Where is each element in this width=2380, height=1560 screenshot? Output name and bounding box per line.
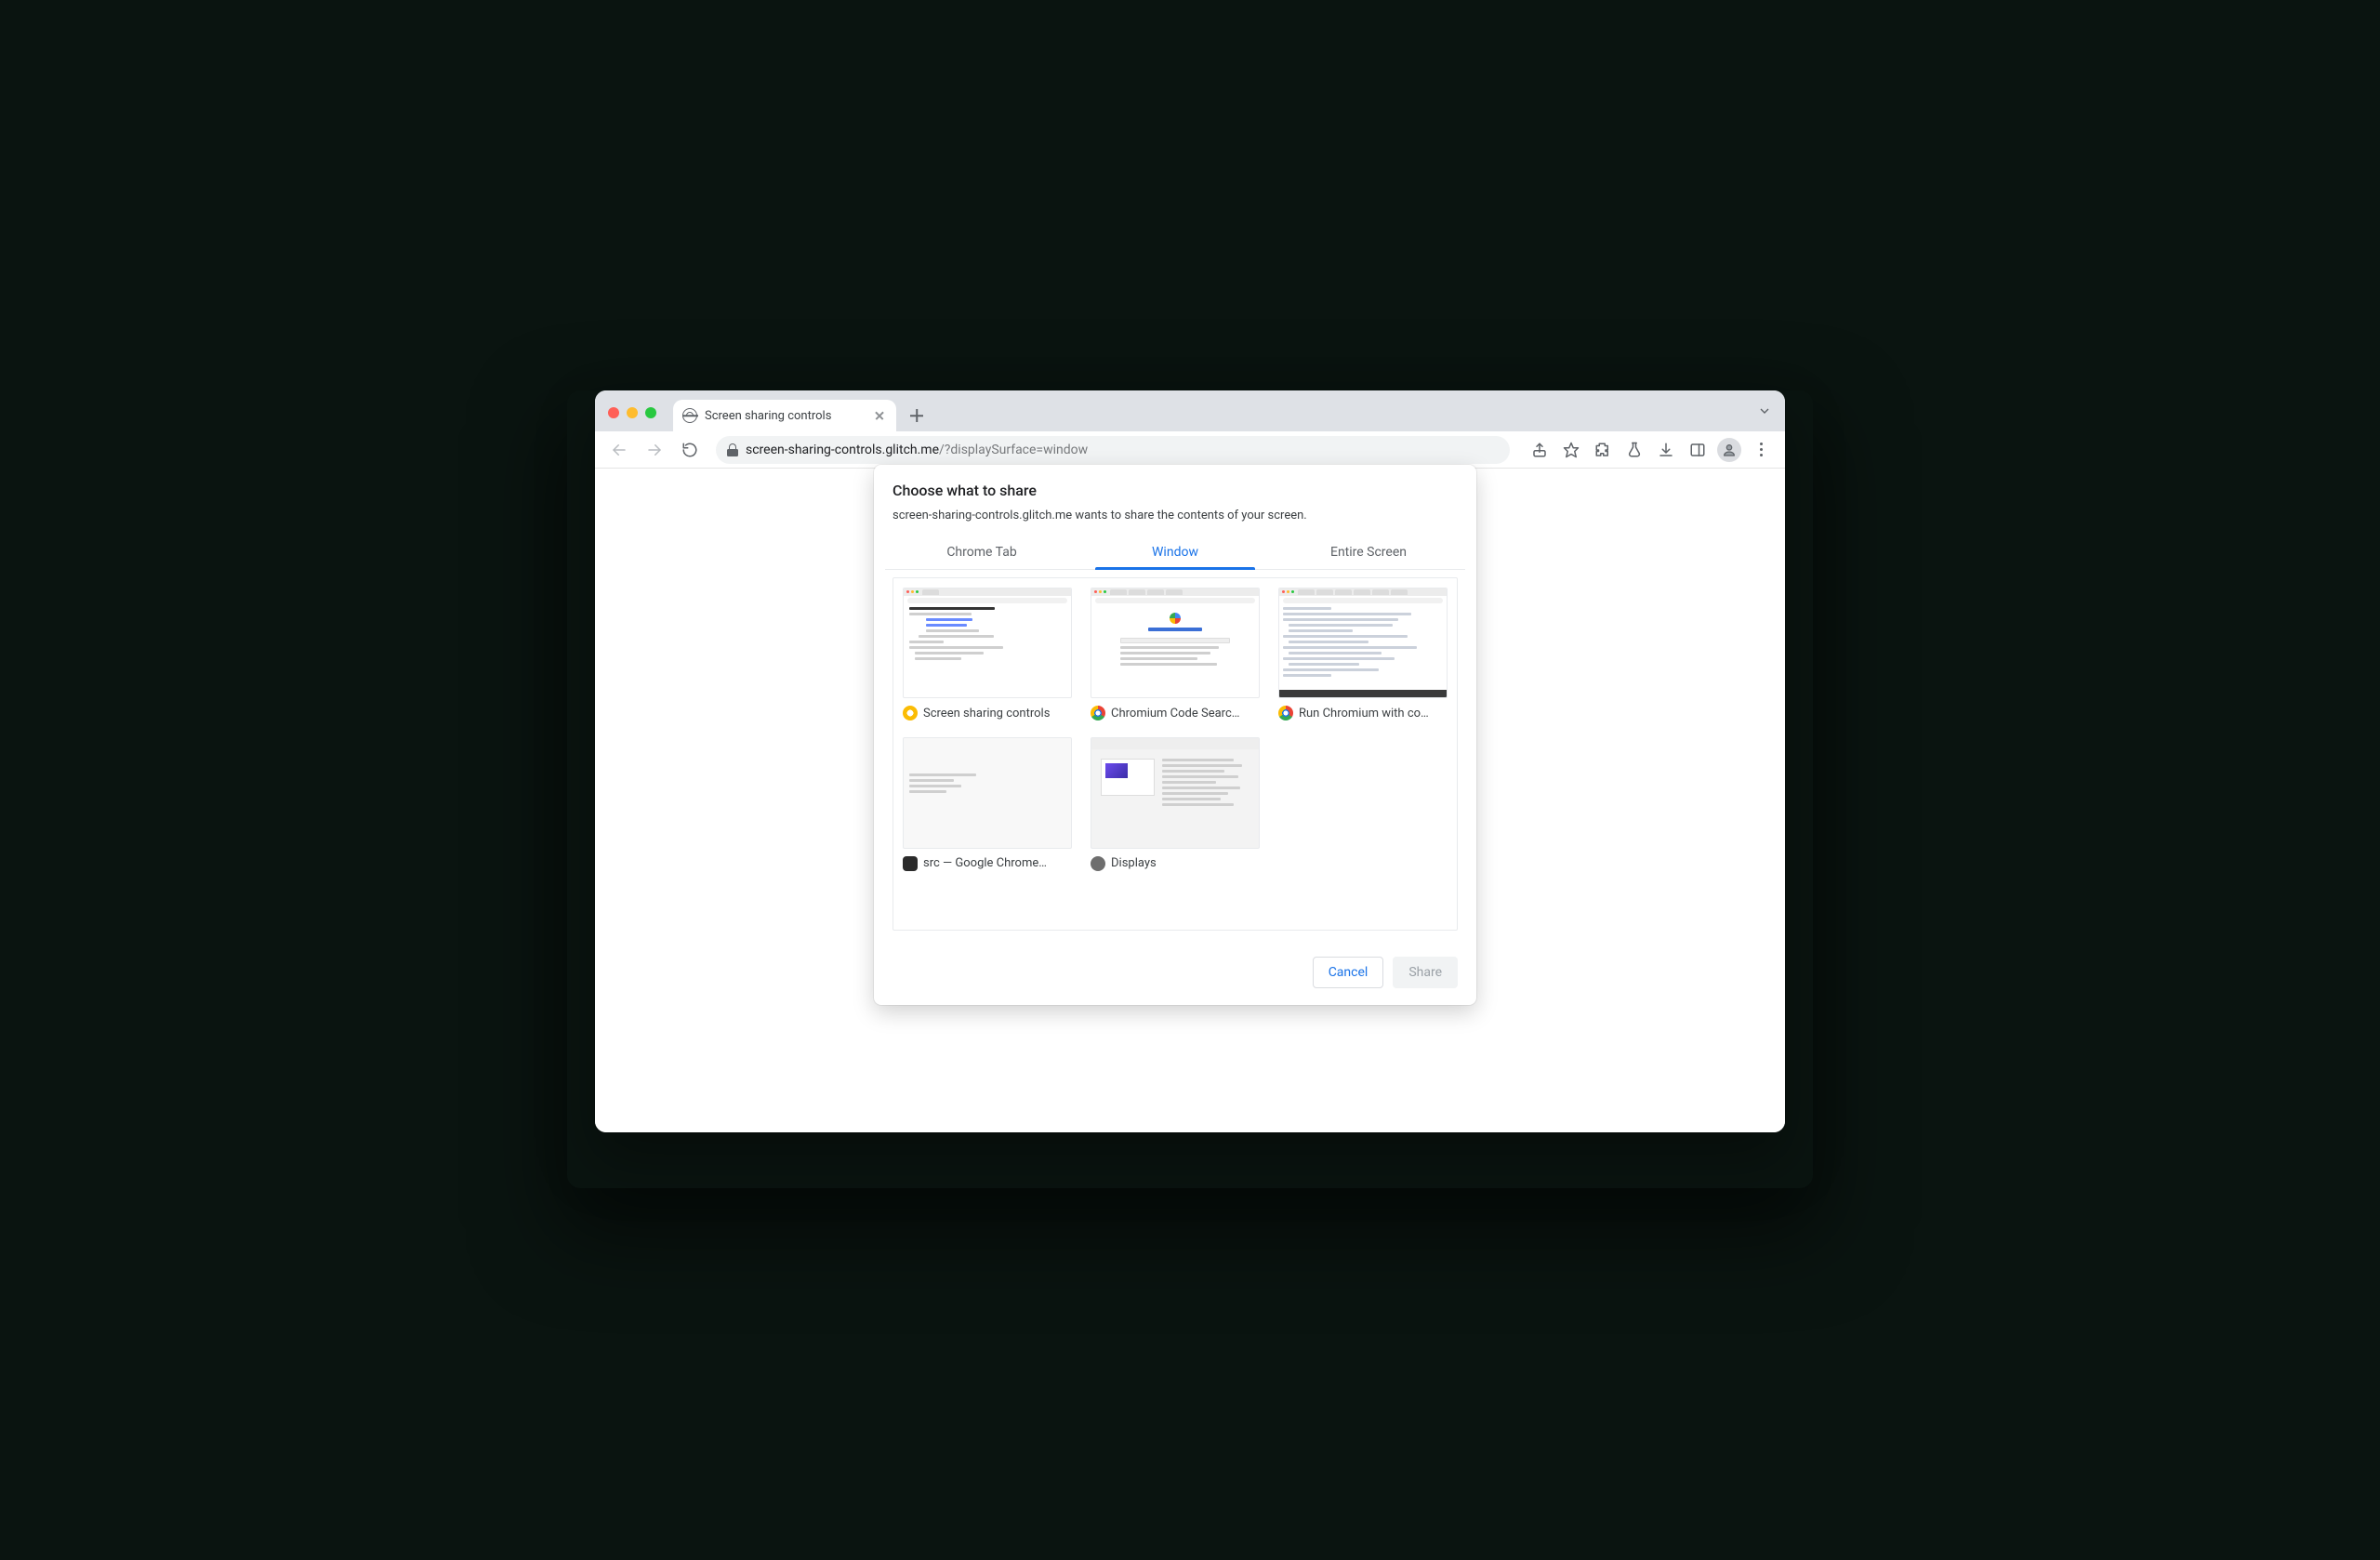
tab-close-icon[interactable] — [872, 408, 887, 423]
chrome-menu-button[interactable] — [1746, 435, 1776, 465]
new-tab-button[interactable] — [904, 403, 930, 429]
window-option[interactable]: Displays — [1091, 737, 1260, 870]
app-icon — [1278, 706, 1293, 721]
nav-forward-button[interactable] — [640, 435, 669, 465]
nav-reload-button[interactable] — [675, 435, 705, 465]
address-bar[interactable]: screen-sharing-controls.glitch.me/?displ… — [716, 436, 1510, 464]
tab-chrome-tab[interactable]: Chrome Tab — [885, 535, 1078, 569]
window-thumbnail — [903, 588, 1072, 698]
nav-back-button[interactable] — [604, 435, 634, 465]
avatar-icon — [1717, 438, 1741, 462]
globe-icon — [682, 408, 697, 423]
app-icon — [1091, 706, 1105, 721]
window-thumbnail — [903, 737, 1072, 848]
tab-strip: Screen sharing controls — [595, 390, 1785, 431]
side-panel-button[interactable] — [1683, 435, 1712, 465]
toolbar: screen-sharing-controls.glitch.me/?displ… — [595, 431, 1785, 469]
window-close-button[interactable] — [608, 407, 619, 418]
dialog-tabs: Chrome Tab Window Entire Screen — [885, 535, 1465, 570]
url-text: screen-sharing-controls.glitch.me/?displ… — [746, 443, 1088, 457]
share-button[interactable]: Share — [1393, 957, 1458, 988]
window-label: Screen sharing controls — [923, 707, 1050, 721]
window-option[interactable]: src — Google Chrome… — [903, 737, 1072, 870]
share-dialog: Choose what to share screen-sharing-cont… — [874, 465, 1476, 1005]
cancel-button[interactable]: Cancel — [1313, 957, 1384, 988]
tabs-dropdown-button[interactable] — [1757, 403, 1772, 418]
window-label: src — Google Chrome… — [923, 856, 1047, 870]
window-zoom-button[interactable] — [645, 407, 656, 418]
lock-icon — [727, 443, 738, 456]
bookmark-button[interactable] — [1556, 435, 1586, 465]
dialog-title: Choose what to share — [874, 465, 1476, 509]
window-minimize-button[interactable] — [627, 407, 638, 418]
window-controls — [608, 407, 656, 418]
dialog-actions: Cancel Share — [874, 957, 1476, 988]
window-list-panel: Screen sharing controls — [892, 577, 1458, 931]
tab-entire-screen[interactable]: Entire Screen — [1272, 535, 1465, 569]
browser-tab[interactable]: Screen sharing controls — [673, 400, 896, 431]
extensions-button[interactable] — [1588, 435, 1618, 465]
window-option[interactable]: Run Chromium with co… — [1278, 588, 1448, 721]
plus-icon — [910, 409, 923, 422]
window-label: Run Chromium with co… — [1299, 707, 1429, 721]
app-icon — [1091, 856, 1105, 871]
page-content: Choose what to share screen-sharing-cont… — [595, 469, 1785, 1132]
app-icon — [903, 706, 918, 721]
profile-button[interactable] — [1714, 435, 1744, 465]
window-option[interactable]: Screen sharing controls — [903, 588, 1072, 721]
tab-title: Screen sharing controls — [705, 409, 865, 423]
window-label: Chromium Code Searc… — [1111, 707, 1239, 721]
labs-button[interactable] — [1620, 435, 1649, 465]
window-thumbnail — [1091, 588, 1260, 698]
window-thumbnail — [1278, 588, 1448, 698]
tab-window[interactable]: Window — [1078, 535, 1272, 569]
browser-window: Screen sharing controls — [595, 390, 1785, 1132]
share-page-button[interactable] — [1525, 435, 1554, 465]
window-thumbnail — [1091, 737, 1260, 848]
dialog-subtitle: screen-sharing-controls.glitch.me wants … — [874, 509, 1476, 532]
app-icon — [903, 856, 918, 871]
window-label: Displays — [1111, 856, 1157, 870]
downloads-button[interactable] — [1651, 435, 1681, 465]
window-option[interactable]: Chromium Code Searc… — [1091, 588, 1260, 721]
